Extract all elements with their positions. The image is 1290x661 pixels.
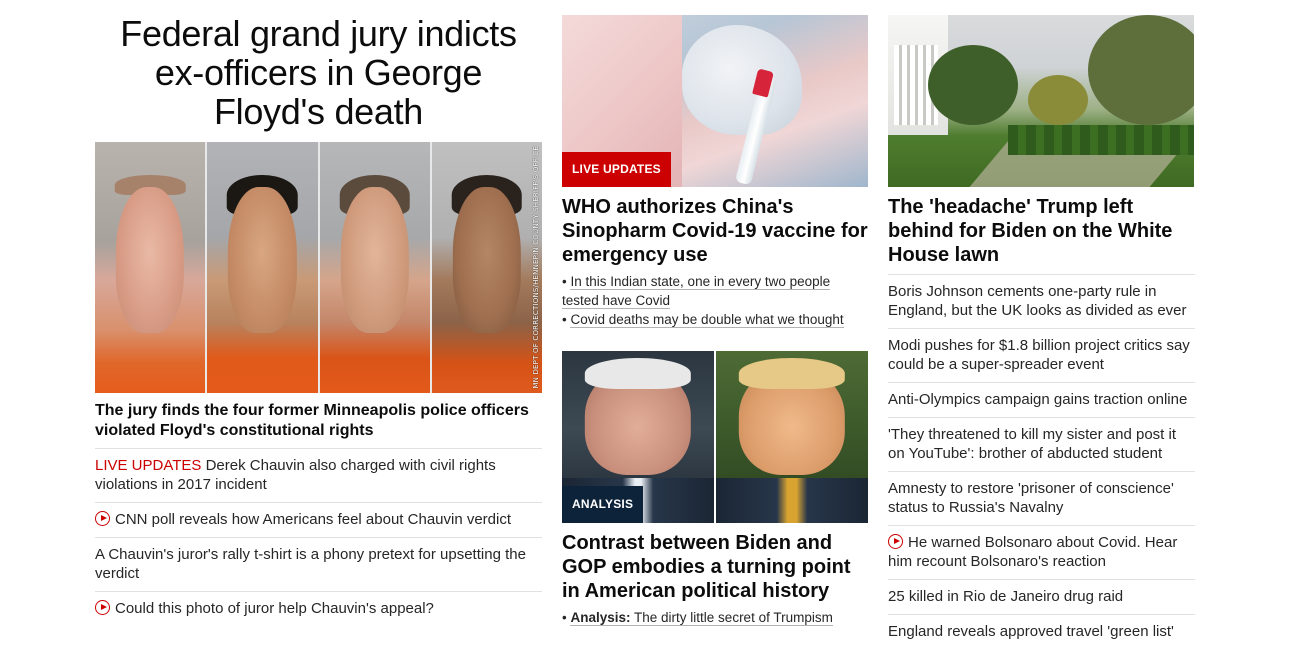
list-item[interactable]: A Chauvin's juror's rally t-shirt is a p… [95, 537, 542, 591]
who-sublinks: • In this Indian state, one in every two… [562, 272, 868, 329]
list-item[interactable]: 'They threatened to kill my sister and p… [888, 417, 1195, 471]
lead-caption-link[interactable]: The jury finds the four former Minneapol… [95, 401, 542, 441]
lawn-headline[interactable]: The 'headache' Trump left behind for Bid… [888, 195, 1194, 267]
live-updates-badge[interactable]: LIVE UPDATES [562, 152, 671, 187]
sublink-item[interactable]: • In this Indian state, one in every two… [562, 272, 868, 310]
play-icon [95, 600, 110, 615]
mugshot-3 [319, 142, 430, 393]
list-item[interactable]: He warned Bolsonaro about Covid. Hear hi… [888, 525, 1195, 579]
sublink-item[interactable]: • Analysis: The dirty little secret of T… [562, 608, 868, 627]
photo-credit: MN DEPT OF CORRECTIONS/HENNEPIN COUNTY S… [532, 146, 540, 389]
play-icon [888, 534, 903, 549]
list-item-text: A Chauvin's juror's rally t-shirt is a p… [95, 546, 526, 582]
list-item[interactable]: Could this photo of juror help Chauvin's… [95, 591, 542, 626]
list-item[interactable]: 25 killed in Rio de Janeiro drug raid [888, 579, 1195, 614]
lead-image-mugshots[interactable]: MN DEPT OF CORRECTIONS/HENNEPIN COUNTY S… [95, 142, 542, 393]
trump-photo [716, 351, 868, 523]
contrast-sublinks: • Analysis: The dirty little secret of T… [562, 608, 868, 627]
list-item[interactable]: Modi pushes for $1.8 billion project cri… [888, 328, 1195, 382]
live-updates-tag: LIVE UPDATES [95, 457, 202, 474]
contrast-headline[interactable]: Contrast between Biden and GOP embodies … [562, 531, 868, 603]
mugshot-2 [207, 142, 318, 393]
lead-related-list: LIVE UPDATES Derek Chauvin also charged … [95, 448, 542, 626]
list-item[interactable]: LIVE UPDATES Derek Chauvin also charged … [95, 448, 542, 502]
list-item[interactable]: England reveals approved travel 'green l… [888, 614, 1195, 649]
analysis-badge[interactable]: ANALYSIS [562, 486, 644, 523]
mugshot-1 [95, 142, 206, 393]
who-vaccine-headline[interactable]: WHO authorizes China's Sinopharm Covid-1… [562, 195, 868, 267]
right-headline-list: Boris Johnson cements one-party rule in … [888, 274, 1195, 649]
list-item[interactable]: Boris Johnson cements one-party rule in … [888, 274, 1195, 328]
list-item[interactable]: CNN poll reveals how Americans feel abou… [95, 502, 542, 537]
sublink-item[interactable]: • Covid deaths may be double what we tho… [562, 310, 868, 329]
lead-headline[interactable]: Federal grand jury indicts ex-officers i… [95, 14, 542, 131]
list-item[interactable]: Amnesty to restore 'prisoner of conscien… [888, 471, 1195, 525]
list-item-text: Could this photo of juror help Chauvin's… [115, 600, 434, 617]
white-house-lawn-image[interactable] [888, 15, 1194, 187]
list-item-text: CNN poll reveals how Americans feel abou… [115, 511, 512, 528]
list-item[interactable]: Anti-Olympics campaign gains traction on… [888, 382, 1195, 417]
play-icon [95, 511, 110, 526]
mugshot-4: MN DEPT OF CORRECTIONS/HENNEPIN COUNTY S… [431, 142, 542, 393]
